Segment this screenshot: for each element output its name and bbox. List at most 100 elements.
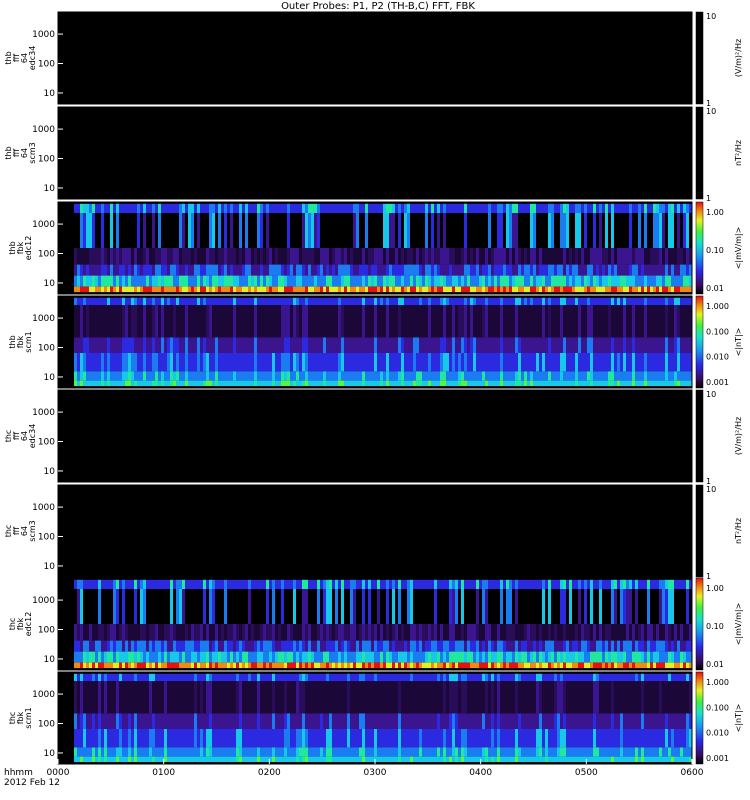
spectrogram-cell	[458, 275, 461, 287]
spectrogram-cell	[332, 589, 335, 624]
spectrogram-cell	[80, 264, 83, 276]
spectrogram-cell	[254, 624, 257, 641]
spectrogram-cell	[260, 713, 263, 729]
spectrogram-cell	[455, 747, 458, 757]
spectrogram-cell	[503, 579, 506, 589]
spectrogram-cell	[188, 729, 191, 748]
spectrogram-cell	[347, 713, 350, 729]
spectrogram-cell	[398, 275, 401, 287]
spectrogram-cell	[467, 353, 470, 372]
spectrogram-cell	[614, 729, 617, 748]
spectrogram-cell	[518, 673, 521, 682]
spectrogram-cell	[485, 662, 488, 669]
spectrogram-cell	[89, 681, 92, 714]
spectrogram-cell	[83, 380, 86, 387]
spectrogram-cell	[500, 747, 503, 757]
spectrogram-cell	[413, 747, 416, 757]
spectrogram-cell	[608, 353, 611, 372]
spectrogram-cell	[452, 673, 455, 682]
spectrogram-cell	[371, 371, 374, 381]
spectrogram-cell	[431, 729, 434, 748]
spectrogram-cell	[269, 651, 272, 663]
spectrogram-cell	[368, 380, 371, 387]
spectrogram-cell	[383, 681, 386, 714]
spectrogram-cell	[425, 286, 428, 293]
spectrogram-cell	[638, 662, 641, 669]
spectrogram-cell	[242, 380, 245, 387]
spectrogram-cell	[281, 589, 284, 624]
spectrogram-cell	[398, 305, 401, 338]
spectrogram-cell	[425, 756, 428, 763]
spectrogram-cell	[335, 681, 338, 714]
spectrogram-cell	[587, 305, 590, 338]
spectrogram-cell	[266, 651, 269, 663]
spectrogram-cell	[641, 624, 644, 641]
spectrogram-cell	[467, 203, 470, 213]
spectrogram-cell	[386, 651, 389, 663]
spectrogram-cell	[329, 673, 332, 682]
spectrogram-cell	[527, 305, 530, 338]
spectrogram-cell	[215, 353, 218, 372]
spectrogram-cell	[449, 213, 452, 248]
spectrogram-cell	[308, 264, 311, 276]
spectrogram-cell	[191, 213, 194, 248]
spectrogram-cell	[143, 297, 146, 306]
spectrogram-cell	[338, 371, 341, 381]
spectrogram-cell	[668, 353, 671, 372]
spectrogram-cell	[497, 640, 500, 652]
spectrogram-cell	[245, 371, 248, 381]
spectrogram-cell	[287, 579, 290, 589]
spectrogram-cell	[554, 651, 557, 663]
spectrogram-cell	[323, 275, 326, 287]
spectrogram-cell	[350, 681, 353, 714]
spectrogram-cell	[593, 651, 596, 663]
spectrogram-cell	[239, 729, 242, 748]
spectrogram-cell	[443, 213, 446, 248]
spectrogram-cell	[173, 248, 176, 265]
spectrogram-cell	[257, 579, 260, 589]
spectrogram-cell	[602, 380, 605, 387]
spectrogram-cell	[305, 213, 308, 248]
spectrogram-cell	[350, 756, 353, 763]
spectrogram-cell	[518, 353, 521, 372]
spectrogram-cell	[626, 371, 629, 381]
spectrogram-cell	[374, 297, 377, 306]
spectrogram-cell	[362, 286, 365, 293]
spectrogram-cell	[254, 729, 257, 748]
spectrogram-cell	[239, 286, 242, 293]
spectrogram-cell	[560, 651, 563, 663]
spectrogram-cell	[329, 681, 332, 714]
spectrogram-cell	[152, 286, 155, 293]
spectrogram-cell	[176, 337, 179, 353]
spectrogram-cell	[395, 380, 398, 387]
spectrogram-cell	[263, 371, 266, 381]
spectrogram-cell	[563, 681, 566, 714]
spectrogram-cell	[347, 756, 350, 763]
spectrogram-cell	[686, 579, 689, 589]
spectrogram-cell	[221, 264, 224, 276]
spectrogram-cell	[74, 579, 77, 589]
spectrogram-cell	[500, 713, 503, 729]
spectrogram-cell	[671, 337, 674, 353]
spectrogram-cell	[287, 662, 290, 669]
spectrogram-cell	[272, 756, 275, 763]
spectrogram-cell	[287, 286, 290, 293]
spectrogram-cell	[518, 297, 521, 306]
spectrogram-cell	[623, 264, 626, 276]
spectrogram-cell	[170, 337, 173, 353]
spectrogram-cell	[80, 756, 83, 763]
spectrogram-cell	[608, 589, 611, 624]
spectrogram-cell	[392, 681, 395, 714]
spectrogram-cell	[371, 673, 374, 682]
y-tick-label: 1000	[32, 125, 55, 135]
spectrogram-cell	[575, 662, 578, 669]
spectrogram-cell	[602, 337, 605, 353]
spectrogram-cell	[236, 589, 239, 624]
spectrogram-cell	[365, 640, 368, 652]
spectrogram-cell	[392, 305, 395, 338]
spectrogram-cell	[452, 213, 455, 248]
spectrogram-cell	[305, 673, 308, 682]
spectrogram-cell	[197, 713, 200, 729]
spectrogram-cell	[242, 275, 245, 287]
spectrogram-cell	[95, 275, 98, 287]
